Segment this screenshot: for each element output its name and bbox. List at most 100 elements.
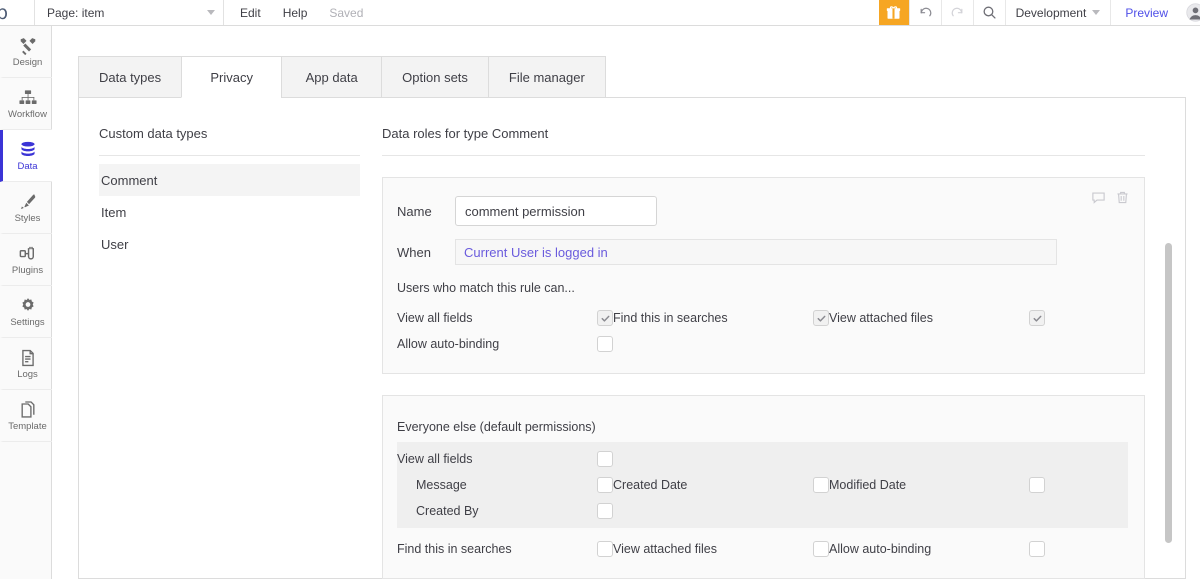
checkbox-default-view-all-fields[interactable] xyxy=(597,451,613,467)
permission-label: View all fields xyxy=(397,311,473,325)
role-name-input[interactable] xyxy=(455,196,657,226)
rail-item-design[interactable]: Design xyxy=(0,26,52,78)
permission-label: Find this in searches xyxy=(613,311,728,325)
permission-label: View attached files xyxy=(613,542,717,556)
data-roles-column: Data roles for type Comment Name comment… xyxy=(382,98,1187,579)
when-condition-input[interactable]: Current User is logged in xyxy=(455,239,1057,265)
environment-label: Development xyxy=(1015,5,1087,20)
menu-item-edit[interactable]: Edit xyxy=(240,6,261,20)
rail-label-design: Design xyxy=(12,56,43,68)
rail-item-styles[interactable]: Styles xyxy=(0,182,52,234)
tab-label: Privacy xyxy=(210,69,253,85)
rule-caption: Users who match this rule can... xyxy=(397,281,575,295)
plugins-icon xyxy=(18,244,38,264)
data-type-item-user[interactable]: User xyxy=(99,228,360,260)
permission-view-attached-files[interactable]: View attached files xyxy=(829,310,1045,326)
permission-label: Find this in searches xyxy=(397,542,512,556)
permission-label: Allow auto-binding xyxy=(397,337,500,351)
comment-icon[interactable] xyxy=(1091,190,1106,210)
gift-icon[interactable] xyxy=(878,0,909,25)
rail-item-workflow[interactable]: Workflow xyxy=(0,78,52,130)
environment-selector[interactable]: Development xyxy=(1004,0,1111,25)
preview-label: Preview xyxy=(1125,5,1168,20)
data-type-item-comment[interactable]: Comment xyxy=(99,164,360,196)
preview-button[interactable]: Preview xyxy=(1110,0,1182,25)
avatar[interactable] xyxy=(1182,0,1200,25)
permission-row: Created By xyxy=(397,498,1128,524)
permission-row: View all fields Find this in searches Vi… xyxy=(397,305,1128,331)
gear-icon xyxy=(18,296,38,316)
checkbox-view-attached-files[interactable] xyxy=(1029,310,1045,326)
rail-label-styles: Styles xyxy=(14,212,41,224)
data-type-list: Comment Item User xyxy=(99,164,360,260)
page-selector[interactable]: Page: item xyxy=(34,0,223,25)
default-find-in-searches[interactable]: Find this in searches xyxy=(397,541,613,557)
data-type-item-item[interactable]: Item xyxy=(99,196,360,228)
rail-item-plugins[interactable]: Plugins xyxy=(0,234,52,286)
permission-label: Allow auto-binding xyxy=(829,542,932,556)
permission-label: View attached files xyxy=(829,311,933,325)
default-field-created-by[interactable]: Created By xyxy=(397,503,613,519)
menu-item-help[interactable]: Help xyxy=(283,6,308,20)
permission-allow-auto-binding[interactable]: Allow auto-binding xyxy=(397,336,613,352)
permission-view-all-fields[interactable]: View all fields xyxy=(397,310,613,326)
default-view-attached-files[interactable]: View attached files xyxy=(613,541,829,557)
rail-item-settings[interactable]: Settings xyxy=(0,286,52,338)
undo-button[interactable] xyxy=(908,0,941,25)
default-field-modified-date[interactable]: Modified Date xyxy=(829,477,1045,493)
checkbox-view-all-fields[interactable] xyxy=(597,310,613,326)
data-type-label: User xyxy=(101,236,129,252)
rail-label-data: Data xyxy=(17,160,38,172)
redo-button[interactable] xyxy=(940,0,973,25)
search-icon[interactable] xyxy=(972,0,1005,25)
vertical-scrollbar[interactable] xyxy=(1165,243,1172,543)
rail-label-plugins: Plugins xyxy=(11,264,44,276)
brush-icon xyxy=(18,192,38,212)
default-allow-auto-binding[interactable]: Allow auto-binding xyxy=(829,541,1045,557)
database-icon xyxy=(18,140,38,160)
custom-data-types-heading: Custom data types xyxy=(99,126,360,156)
fields-highlight-band: View all fields Message Created Date Mod… xyxy=(397,442,1128,528)
tab-label: File manager xyxy=(508,69,585,85)
tab-label: Option sets xyxy=(402,69,468,85)
checkbox-find-in-searches[interactable] xyxy=(813,310,829,326)
checkbox-field-created-date[interactable] xyxy=(813,477,829,493)
tab-option-sets[interactable]: Option sets xyxy=(381,56,488,98)
rail-item-data[interactable]: Data xyxy=(0,130,52,182)
tab-privacy[interactable]: Privacy xyxy=(181,56,282,98)
tab-data-types[interactable]: Data types xyxy=(78,56,182,98)
rail-item-logs[interactable]: Logs xyxy=(0,338,52,390)
chevron-down-icon xyxy=(207,10,215,15)
top-bar: b Page: item Edit Help Saved Development… xyxy=(0,0,1200,26)
permission-find-in-searches[interactable]: Find this in searches xyxy=(613,310,829,326)
tab-app-data[interactable]: App data xyxy=(281,56,382,98)
bubble-logo[interactable]: b xyxy=(0,0,34,25)
permission-row: View all fields xyxy=(397,446,1128,472)
template-icon xyxy=(18,400,38,420)
checkbox-default-allow-auto-binding[interactable] xyxy=(1029,541,1045,557)
name-label: Name xyxy=(397,203,432,219)
default-field-created-date[interactable]: Created Date xyxy=(613,477,829,493)
checkbox-field-modified-date[interactable] xyxy=(1029,477,1045,493)
checkbox-field-created-by[interactable] xyxy=(597,503,613,519)
permission-row: Allow auto-binding xyxy=(397,331,1128,357)
permission-label: View all fields xyxy=(397,452,473,466)
default-field-message[interactable]: Message xyxy=(397,477,613,493)
checkbox-allow-auto-binding[interactable] xyxy=(597,336,613,352)
checkbox-field-message[interactable] xyxy=(597,477,613,493)
default-permissions-card: Everyone else (default permissions) View… xyxy=(382,395,1145,579)
trash-icon[interactable] xyxy=(1115,190,1130,210)
data-type-label: Comment xyxy=(101,172,158,188)
permission-row: Message Created Date Modified Date xyxy=(397,472,1128,498)
tab-label: App data xyxy=(305,69,358,85)
permission-label: Created Date xyxy=(613,478,688,492)
top-menu: Edit Help Saved xyxy=(223,0,379,25)
chevron-down-icon xyxy=(1092,10,1101,15)
checkbox-default-find-in-searches[interactable] xyxy=(597,541,613,557)
checkbox-default-view-attached-files[interactable] xyxy=(813,541,829,557)
default-view-all-fields[interactable]: View all fields xyxy=(397,451,613,467)
tab-file-manager[interactable]: File manager xyxy=(487,56,606,98)
rail-item-template[interactable]: Template xyxy=(0,390,52,442)
rail-label-workflow: Workflow xyxy=(8,108,47,120)
